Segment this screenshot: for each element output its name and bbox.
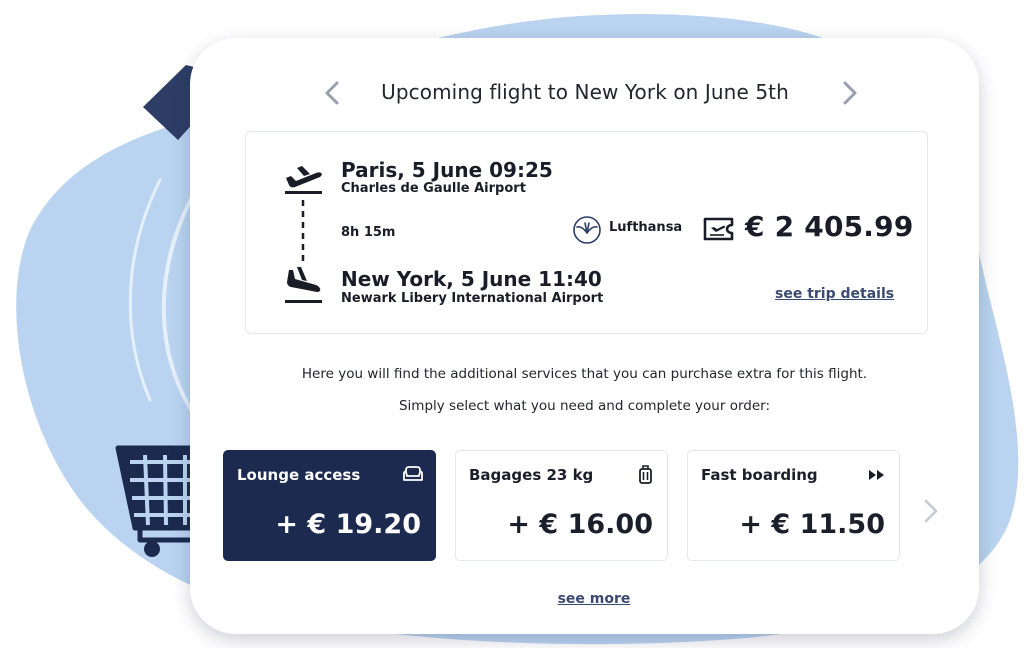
service-card-bagages[interactable]: Bagages 23 kg + € 16.00: [455, 450, 668, 561]
service-price: + € 16.00: [507, 509, 653, 540]
service-label: Bagages 23 kg: [469, 466, 594, 484]
services-instruction-text: Simply select what you need and complete…: [398, 398, 771, 414]
lufthansa-logo-icon: [573, 216, 601, 244]
service-label: Fast boarding: [701, 466, 818, 484]
next-flight-button[interactable]: [836, 78, 864, 108]
previous-flight-button[interactable]: [318, 78, 346, 108]
airline-name: Lufthansa: [609, 220, 683, 235]
cart-wheel: [144, 541, 160, 557]
chevron-right-icon: [843, 81, 857, 105]
departure-city-time: Paris, 5 June 09:25: [341, 158, 553, 182]
arrival-airport: Newark Libery International Airport: [341, 291, 604, 306]
flight-price: € 2 405.99: [745, 210, 914, 243]
service-card-fast-boarding[interactable]: Fast boarding + € 11.50: [687, 450, 900, 561]
service-price: + € 11.50: [739, 509, 885, 540]
page-title: Upcoming flight to New York on June 5th: [381, 80, 789, 104]
departure-airport: Charles de Gaulle Airport: [341, 181, 526, 196]
landing-icon: [285, 267, 322, 303]
see-trip-details-link[interactable]: see trip details: [775, 286, 894, 302]
takeoff-icon: [285, 166, 322, 194]
flight-duration: 8h 15m: [341, 225, 396, 240]
route-dashed-line: [301, 200, 305, 264]
service-price: + € 19.20: [275, 509, 421, 540]
fast-forward-icon: [869, 470, 884, 480]
ticket-icon: [703, 217, 734, 241]
service-card-lounge-access[interactable]: Lounge access + € 19.20: [223, 450, 436, 561]
service-label: Lounge access: [237, 466, 361, 484]
suitcase-icon: [639, 465, 652, 484]
services-next-button[interactable]: [920, 496, 942, 526]
chevron-left-icon: [325, 81, 339, 105]
sofa-icon: [403, 466, 423, 481]
chevron-right-icon: [924, 499, 938, 523]
arrival-city-time: New York, 5 June 11:40: [341, 267, 602, 291]
services-intro-text: Here you will find the additional servic…: [301, 366, 868, 382]
flight-details-box: Paris, 5 June 09:25 Charles de Gaulle Ai…: [245, 131, 928, 334]
see-more-link[interactable]: see more: [190, 591, 998, 607]
